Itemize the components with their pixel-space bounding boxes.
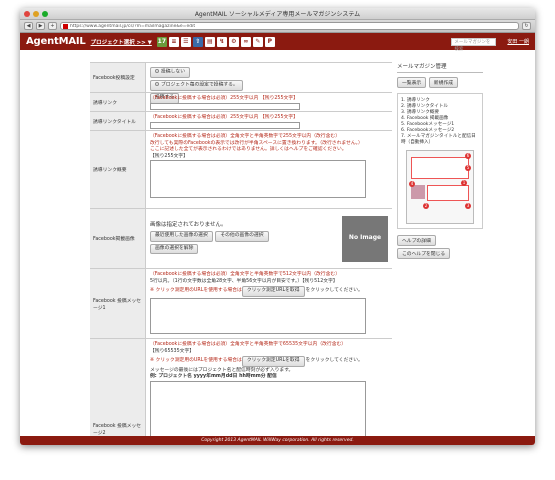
- clear-image-button[interactable]: 画像の選択を解除: [150, 243, 199, 255]
- new-create-button[interactable]: 新規作成: [428, 77, 458, 88]
- header-toolbar: 17 ≡ ☰ ⇧ ▤ ↯ ⚙ ∞ ✎ P: [156, 36, 275, 47]
- label-fb-post: Facebook投稿設定: [90, 63, 146, 92]
- msg2-note-3: ※ クリック測定用のURLを使用する場合は: [150, 358, 242, 363]
- msg1-note-3: ※ クリック測定用のURLを使用する場合は: [150, 288, 242, 293]
- msg1-click-url-button[interactable]: クリック測定URLを取得: [241, 286, 305, 297]
- side-panel: メールマガジン管理 一覧表示 新規作成 1. 誘導リンク 2. 誘導リンクタイト…: [397, 62, 483, 260]
- main-content: Facebook投稿設定 投稿しない プロジェクト毎の設定で投稿する。 投稿する…: [20, 50, 535, 436]
- document-icon[interactable]: ≡: [168, 36, 179, 47]
- gear-icon[interactable]: ⚙: [228, 36, 239, 47]
- project-select-link[interactable]: プロジェクト選択 >> ▼: [91, 38, 152, 46]
- header-search-input[interactable]: メールマガジンを検索: [451, 37, 497, 52]
- msg1-note-4: をクリックしてください。: [305, 288, 363, 293]
- footer: Copyright 2013 AgentMAIL WillWay corpora…: [20, 436, 535, 445]
- msg2-note-4: をクリックしてください。: [305, 358, 363, 363]
- link-icon[interactable]: ∞: [240, 36, 251, 47]
- row-image: Facebook掲載画像 画像は指定されておりません。 最近使用した画像の選択 …: [90, 209, 392, 269]
- marker-icon: 4: [409, 181, 415, 187]
- image-placeholder: No Image: [342, 215, 388, 262]
- label-link-title: 誘導リンクタイトル: [90, 112, 146, 130]
- site-favicon-icon: [63, 23, 68, 29]
- row-fb-post: Facebook投稿設定 投稿しない プロジェクト毎の設定で投稿する。 投稿する: [90, 63, 392, 104]
- label-message1: Facebook 投稿メッセージ1: [90, 269, 146, 338]
- option-project-post[interactable]: プロジェクト毎の設定で投稿する。: [150, 80, 243, 91]
- label-link-summary: 誘導リンク概要: [90, 131, 146, 208]
- link-input[interactable]: [150, 102, 300, 110]
- message2-textarea[interactable]: [150, 380, 366, 436]
- image-status: 画像は指定されておりません。: [150, 221, 227, 228]
- p-icon[interactable]: P: [264, 36, 275, 47]
- forward-icon[interactable]: ▶: [36, 22, 45, 30]
- title-bar: AgentMAIL ソーシャルメディア専用メールマガジンシステム: [20, 8, 535, 20]
- app-logo[interactable]: AgentMAIL: [26, 36, 86, 47]
- marker-icon: 2: [423, 203, 429, 209]
- other-image-button[interactable]: その他の画像の選択: [215, 231, 269, 242]
- marker-icon: 3: [465, 203, 471, 209]
- link-summary-textarea[interactable]: [150, 160, 366, 198]
- add-icon[interactable]: +: [48, 22, 57, 30]
- calendar-icon[interactable]: 17: [156, 36, 167, 47]
- browser-toolbar: ◀ ▶ + https://www.agentmail.jp/cs/?m=mai…: [20, 20, 535, 33]
- link-title-note: （Facebookに投稿する場合は必須）255文字以内 【残り255文字】: [150, 115, 298, 120]
- label-image: Facebook掲載画像: [90, 209, 146, 268]
- side-title: メールマガジン管理: [397, 62, 483, 73]
- row-link-title: 誘導リンクタイトル （Facebookに投稿する場合は必須）255文字以内 【残…: [90, 112, 392, 131]
- row-link: 誘導リンク （Facebookに投稿する場合は必須）255文字以内 【残り255…: [90, 93, 392, 112]
- preview-link-area: [427, 185, 469, 201]
- label-message2: Facebook 投稿メッセージ2: [90, 339, 146, 436]
- label-link: 誘導リンク: [90, 93, 146, 111]
- recent-image-button[interactable]: 最近使用した画像の選択: [150, 231, 213, 242]
- help-preview-image: 6 5 1 4 3 2: [406, 150, 474, 224]
- row-link-summary: 誘導リンク概要 （Facebookに投稿する場合は必須）全角文字と半角英数字で2…: [90, 131, 392, 209]
- preview-message-area: [411, 157, 469, 179]
- list-view-button[interactable]: 一覧表示: [397, 77, 427, 88]
- message1-textarea[interactable]: [150, 297, 366, 334]
- app-header: AgentMAIL プロジェクト選択 >> ▼ 17 ≡ ☰ ⇧ ▤ ↯ ⚙ ∞…: [20, 33, 535, 52]
- address-bar[interactable]: https://www.agentmail.jp/cs/?m=mailmagaz…: [60, 22, 519, 30]
- row-message2: Facebook 投稿メッセージ2 （Facebookに投稿する場合は必須）全角…: [90, 339, 392, 436]
- facebook-post-form: Facebook投稿設定 投稿しない プロジェクト毎の設定で投稿する。 投稿する…: [90, 62, 392, 436]
- row-message1: Facebook 投稿メッセージ1 （Facebookに投稿する場合は必須）全角…: [90, 269, 392, 339]
- browser-window: AgentMAIL ソーシャルメディア専用メールマガジンシステム ◀ ▶ + h…: [20, 8, 535, 445]
- upload-icon[interactable]: ⇧: [192, 36, 203, 47]
- help-box: 1. 誘導リンク 2. 誘導リンクタイトル 3. 誘導リンク概要 4. Face…: [397, 93, 483, 229]
- book-icon[interactable]: ▤: [204, 36, 215, 47]
- marker-icon: 5: [465, 165, 471, 171]
- link-note: （Facebookに投稿する場合は必須）255文字以内 【残り255文字】: [150, 96, 298, 101]
- option-no-post[interactable]: 投稿しない: [150, 67, 190, 78]
- user-menu-link[interactable]: 安田 一朗: [507, 38, 529, 45]
- list-icon[interactable]: ☰: [180, 36, 191, 47]
- window-title: AgentMAIL ソーシャルメディア専用メールマガジンシステム: [194, 11, 361, 18]
- pin-icon[interactable]: ↯: [216, 36, 227, 47]
- back-icon[interactable]: ◀: [24, 22, 33, 30]
- help-detail-button[interactable]: ヘルプの詳細: [397, 235, 436, 246]
- close-help-button[interactable]: このヘルプを閉じる: [397, 248, 451, 259]
- link-title-input[interactable]: [150, 121, 300, 129]
- reload-icon[interactable]: ↻: [522, 22, 531, 30]
- msg2-click-url-button[interactable]: クリック測定URLを取得: [241, 356, 305, 367]
- preview-image-area: [411, 185, 425, 199]
- marker-icon: 1: [461, 180, 467, 186]
- url-text: https://www.agentmail.jp/cs/?m=mailmagaz…: [70, 23, 196, 29]
- marker-icon: 6: [465, 153, 471, 159]
- help-item: 7. メールマガジンタイトルと配信日時（自動挿入）: [401, 134, 476, 145]
- tool-icon[interactable]: ✎: [252, 36, 263, 47]
